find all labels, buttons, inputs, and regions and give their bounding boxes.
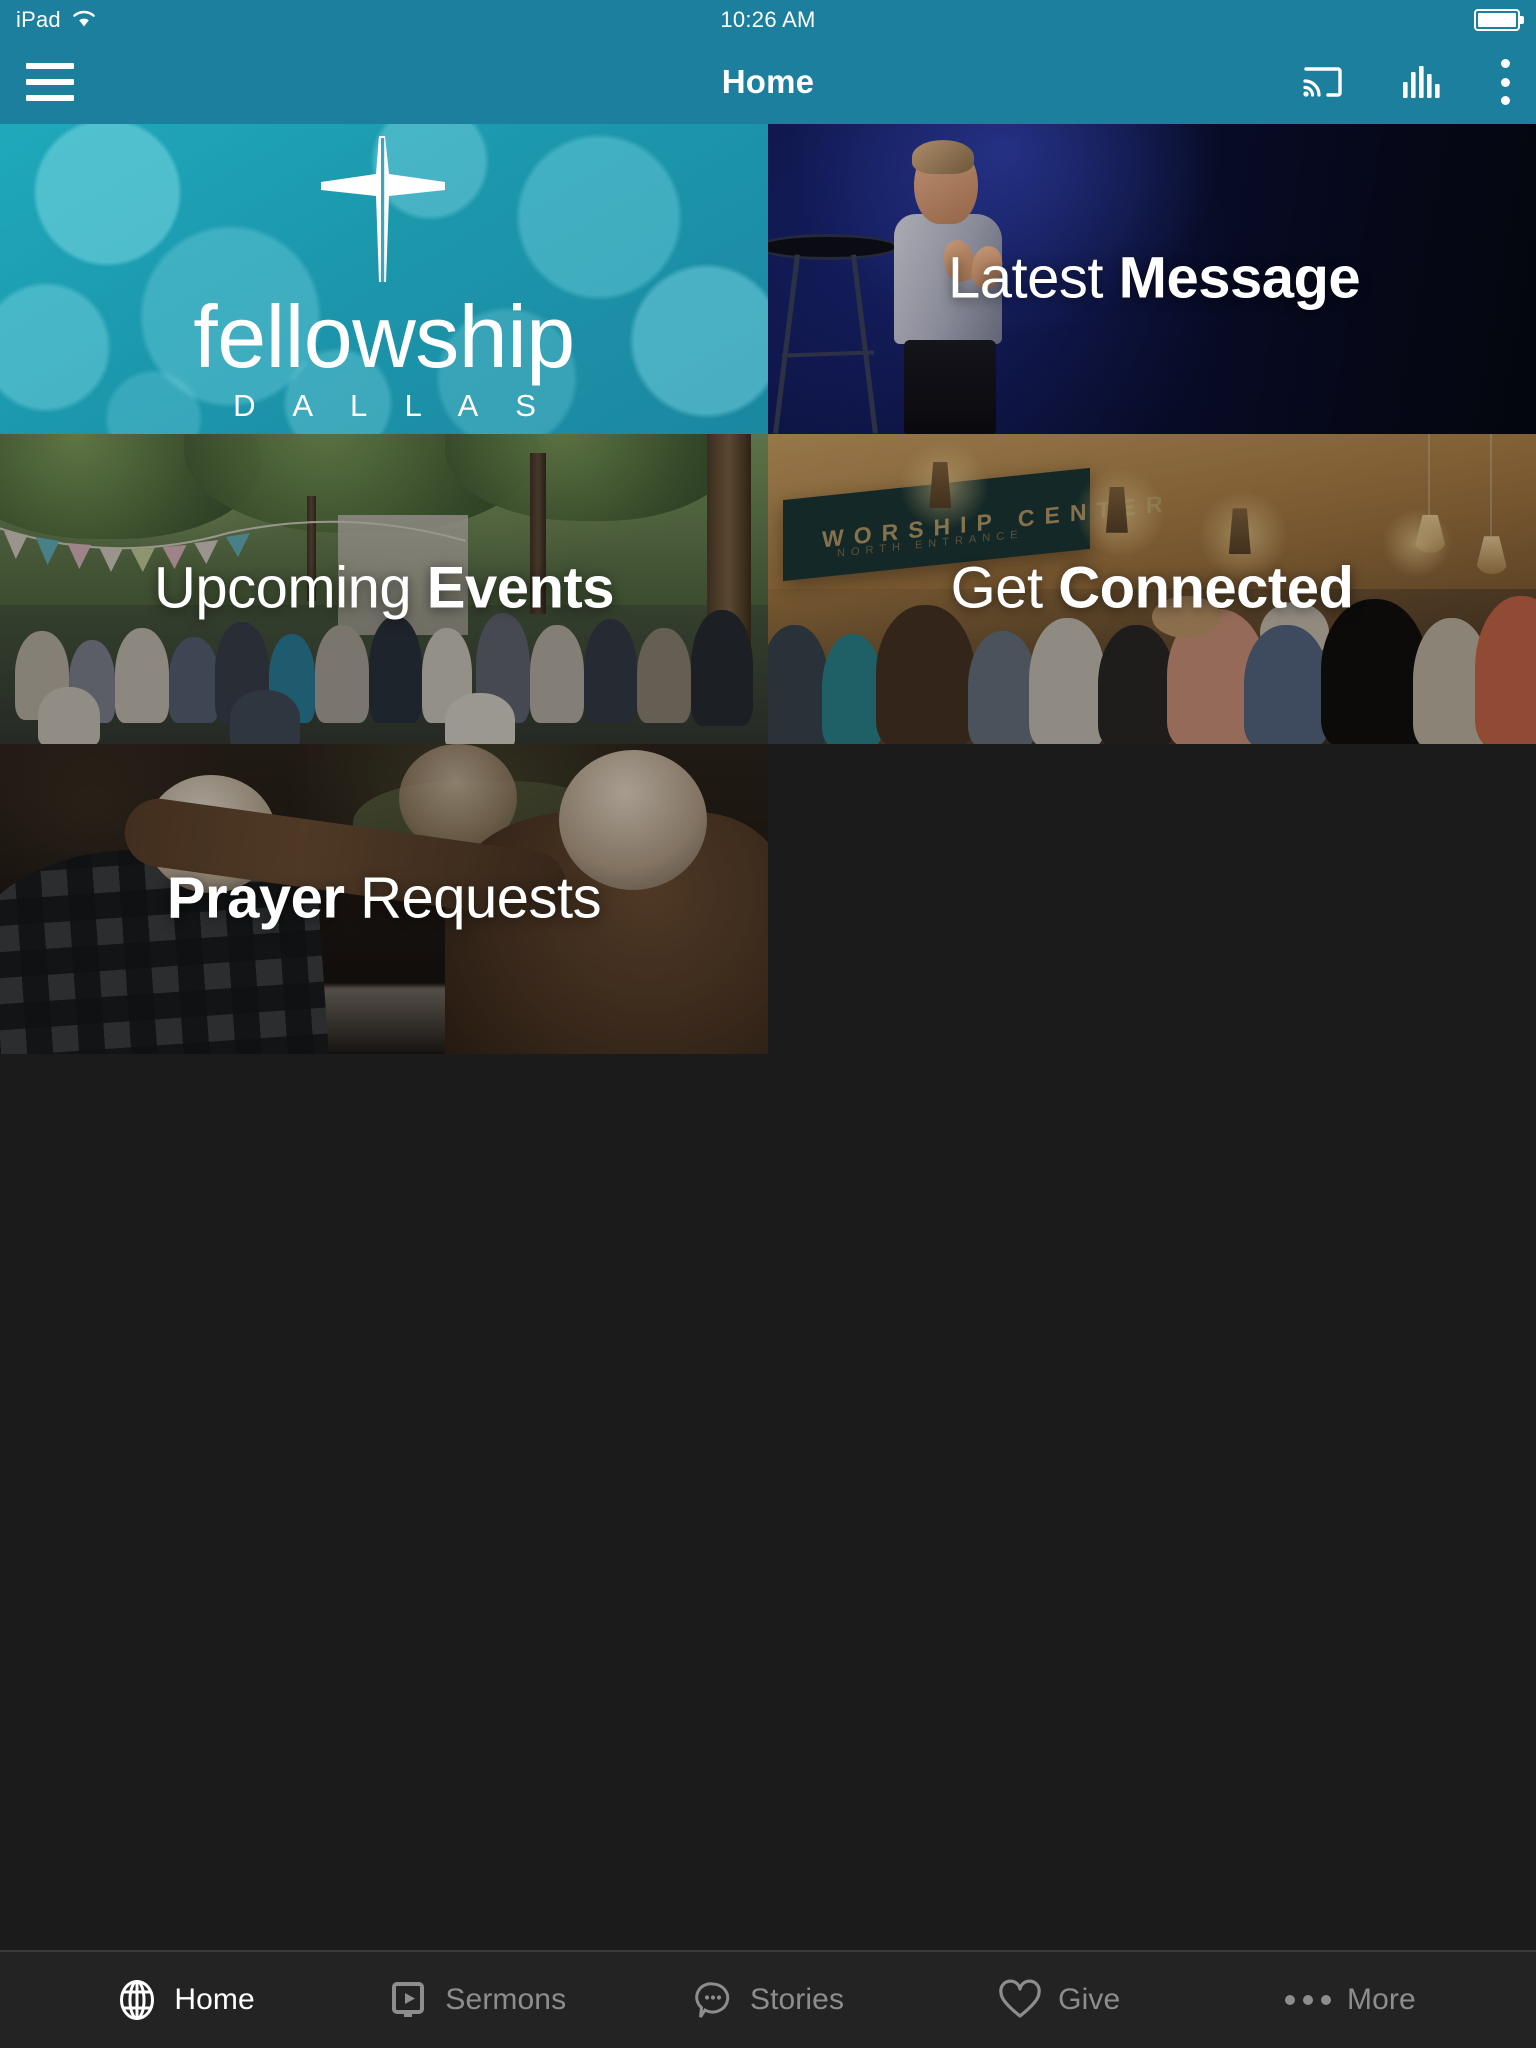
cross-icon [319, 134, 449, 289]
tile-fellowship-logo[interactable]: fellowship D A L L A S [0, 124, 768, 434]
tile-get-connected[interactable]: WORSHIP CENTER NORTH ENTRANCE Get Connec… [768, 434, 1536, 744]
tile-label-bold: Prayer [166, 865, 345, 931]
video-screen-icon [387, 1979, 429, 2021]
tab-label-home: Home [174, 1983, 255, 2016]
brand-subtitle: D A L L A S [233, 387, 551, 423]
tile-label-bold: Message [1118, 245, 1361, 311]
tile-label-bold: Connected [1058, 555, 1354, 621]
tile-latest-message[interactable]: Latest Message [768, 124, 1536, 434]
brand-lockup: fellowship D A L L A S [0, 124, 768, 434]
tab-more[interactable]: More [1205, 1983, 1496, 2017]
bottom-tab-bar: Home Sermons Stories Give More [0, 1950, 1536, 2048]
tile-grid: fellowship D A L L A S Latest Message Up… [0, 124, 1536, 1054]
tile-label-light: Upcoming [154, 555, 412, 621]
header-actions [1300, 59, 1510, 105]
tile-prayer-requests[interactable]: Prayer Requests [0, 744, 768, 1054]
tile-label-upcoming-events: Upcoming Events [0, 555, 768, 621]
tab-give[interactable]: Give [914, 1979, 1205, 2021]
app-screen: iPad 10:26 AM Home fellowship D A L L A … [0, 0, 1536, 2048]
status-bar-left: iPad [16, 8, 97, 33]
tile-label-get-connected: Get Connected [768, 555, 1536, 621]
tile-label-latest-message: Latest Message [768, 245, 1536, 311]
brand-wordmark: fellowship [193, 287, 575, 387]
heart-icon [998, 1979, 1042, 2021]
ellipsis-icon [1285, 1995, 1332, 2005]
app-header: Home [0, 40, 1536, 124]
tab-label-stories: Stories [749, 1983, 845, 2016]
battery-icon [1474, 9, 1520, 31]
tile-label-bold: Events [426, 555, 615, 621]
audio-bars-icon[interactable] [1400, 62, 1444, 102]
overflow-menu-icon[interactable] [1500, 59, 1510, 105]
tile-label-light: Latest [948, 245, 1104, 311]
speech-bubble-icon [692, 1979, 734, 2021]
globe-icon [116, 1979, 158, 2021]
chromecast-icon[interactable] [1300, 62, 1344, 102]
tile-upcoming-events[interactable]: Upcoming Events [0, 434, 768, 744]
tab-sermons[interactable]: Sermons [331, 1979, 622, 2021]
status-bar-clock: 10:26 AM [720, 7, 816, 32]
status-bar-right [1474, 9, 1520, 31]
tile-label-light: Requests [360, 865, 602, 931]
tab-label-sermons: Sermons [445, 1983, 567, 2016]
hamburger-menu-icon[interactable] [26, 63, 74, 101]
home-content: fellowship D A L L A S Latest Message Up… [0, 124, 1536, 1950]
tab-home[interactable]: Home [40, 1979, 331, 2021]
wifi-icon [71, 8, 97, 33]
status-bar: iPad 10:26 AM [0, 0, 1536, 40]
tab-label-more: More [1347, 1983, 1416, 2016]
tile-label-prayer-requests: Prayer Requests [0, 865, 768, 931]
tab-stories[interactable]: Stories [622, 1979, 913, 2021]
carrier-label: iPad [16, 7, 61, 32]
tab-label-give: Give [1058, 1983, 1121, 2016]
tile-label-light: Get [950, 555, 1044, 621]
